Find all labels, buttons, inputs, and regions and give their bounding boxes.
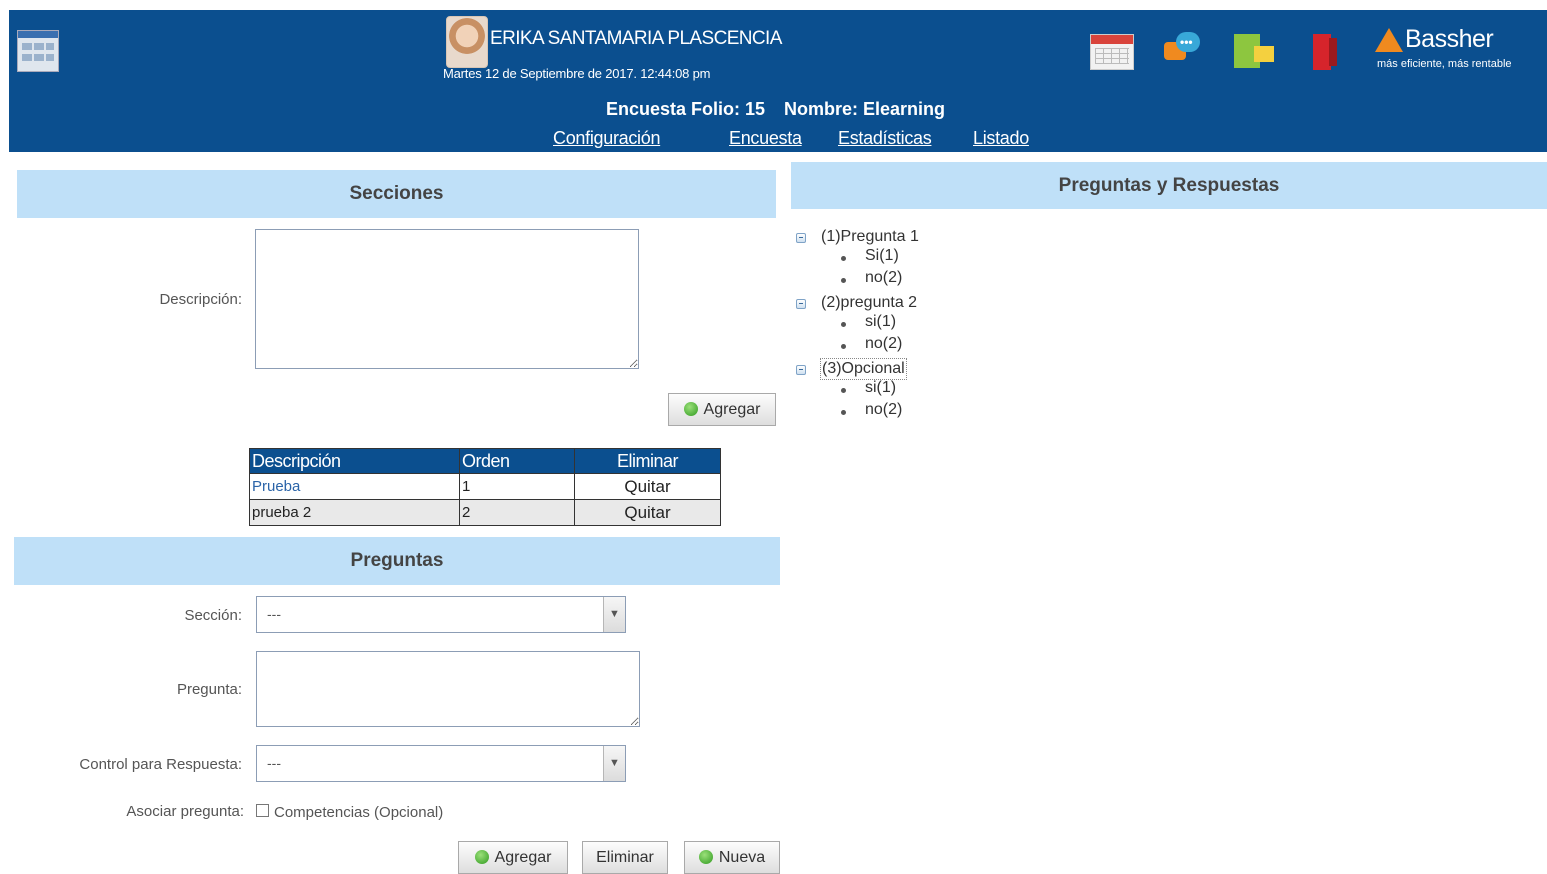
notes-icon[interactable] — [1234, 34, 1274, 72]
asociar-pregunta-label: Asociar pregunta: — [126, 803, 244, 820]
control-respuesta-select[interactable]: --- ▼ — [256, 745, 626, 782]
agregar-seccion-button[interactable]: Agregar — [668, 393, 776, 426]
logo-tagline: más eficiente, más rentable — [1377, 58, 1512, 70]
bullet-icon — [841, 322, 846, 327]
eliminar-pregunta-button[interactable]: Eliminar — [582, 841, 668, 874]
quitar-button[interactable]: Quitar — [574, 473, 721, 500]
nueva-pregunta-label: Nueva — [718, 848, 766, 866]
seccion-label: Sección: — [184, 607, 242, 624]
bullet-icon — [841, 410, 846, 415]
chevron-down-icon[interactable]: ▼ — [603, 597, 625, 632]
nueva-pregunta-button[interactable]: Nueva — [684, 841, 780, 874]
quitar-button[interactable]: Quitar — [574, 499, 721, 526]
survey-folio: Encuesta Folio: 15 — [606, 99, 766, 119]
logo-mark-icon — [1375, 28, 1403, 52]
nav-listado[interactable]: Listado — [973, 128, 1029, 149]
bullet-icon — [841, 344, 846, 349]
nav-configuracion[interactable]: Configuración — [553, 128, 660, 149]
col-descripcion: Descripción — [249, 448, 460, 474]
preguntas-respuestas-header: Preguntas y Respuestas — [791, 162, 1547, 209]
tree-answer-label[interactable]: no(2) — [865, 268, 902, 288]
add-icon — [474, 849, 489, 864]
table-header-row: Descripción Orden Eliminar — [249, 448, 721, 474]
collapse-icon[interactable] — [796, 299, 806, 309]
pregunta-textarea[interactable] — [256, 651, 640, 727]
tree-question-label[interactable]: (2)pregunta 2 — [821, 293, 917, 313]
top-header: ERIKA SANTAMARIA PLASCENCIA Martes 12 de… — [9, 10, 1547, 152]
descripcion-label: Descripción: — [159, 291, 242, 308]
agregar-pregunta-button[interactable]: Agregar — [458, 841, 568, 874]
add-icon — [698, 849, 713, 864]
sections-table: Descripción Orden Eliminar Prueba 1 Quit… — [249, 448, 721, 526]
bullet-icon — [841, 388, 846, 393]
bullet-icon — [841, 278, 846, 283]
row-descripcion[interactable]: prueba 2 — [249, 499, 460, 526]
competencias-checkbox[interactable] — [256, 804, 269, 817]
user-name: ERIKA SANTAMARIA PLASCENCIA — [490, 28, 782, 49]
tree-answer-label[interactable]: si(1) — [865, 312, 896, 332]
collapse-icon[interactable] — [796, 365, 806, 375]
tree-answer-label[interactable]: si(1) — [865, 378, 896, 398]
control-respuesta-label: Control para Respuesta: — [79, 756, 242, 773]
tree-question-label[interactable]: (1)Pregunta 1 — [821, 227, 919, 247]
calendar-icon[interactable] — [1090, 34, 1134, 70]
date-time: Martes 12 de Septiembre de 2017. 12:44:0… — [443, 66, 711, 81]
agregar-pregunta-label: Agregar — [494, 848, 552, 866]
col-eliminar: Eliminar — [574, 448, 721, 474]
row-descripcion[interactable]: Prueba — [249, 473, 460, 500]
pregunta-label: Pregunta: — [176, 681, 242, 698]
seccion-select[interactable]: --- ▼ — [256, 596, 626, 633]
nav-estadisticas[interactable]: Estadísticas — [838, 128, 932, 149]
add-icon — [683, 401, 698, 416]
agregar-seccion-label: Agregar — [703, 400, 761, 418]
nav-encuesta[interactable]: Encuesta — [729, 128, 802, 149]
table-row: Prueba 1 Quitar — [249, 473, 721, 500]
chevron-down-icon[interactable]: ▼ — [603, 746, 625, 781]
tree-answer-label[interactable]: no(2) — [865, 400, 902, 420]
preguntas-header: Preguntas — [14, 537, 780, 585]
secciones-header: Secciones — [17, 170, 776, 218]
app-grid-icon[interactable] — [17, 30, 59, 72]
descripcion-textarea[interactable] — [255, 229, 639, 369]
tree-answer-label[interactable]: Si(1) — [865, 246, 899, 266]
bullet-icon — [841, 256, 846, 261]
chat-icon[interactable]: ••• — [1162, 32, 1202, 70]
avatar — [446, 16, 488, 68]
col-orden: Orden — [459, 448, 575, 474]
control-respuesta-value: --- — [267, 755, 281, 771]
seccion-select-value: --- — [267, 606, 281, 622]
row-orden: 2 — [459, 499, 575, 526]
competencias-label: Competencias (Opcional) — [274, 804, 444, 821]
logo-name: Bassher — [1405, 25, 1494, 53]
survey-name: Nombre: Elearning — [784, 99, 946, 119]
tree-answer-label[interactable]: no(2) — [865, 334, 902, 354]
row-orden: 1 — [459, 473, 575, 500]
table-row: prueba 2 2 Quitar — [249, 499, 721, 526]
collapse-icon[interactable] — [796, 233, 806, 243]
tree-question-label[interactable]: (3)Opcional — [820, 358, 907, 380]
exit-door-icon[interactable] — [1309, 34, 1349, 72]
